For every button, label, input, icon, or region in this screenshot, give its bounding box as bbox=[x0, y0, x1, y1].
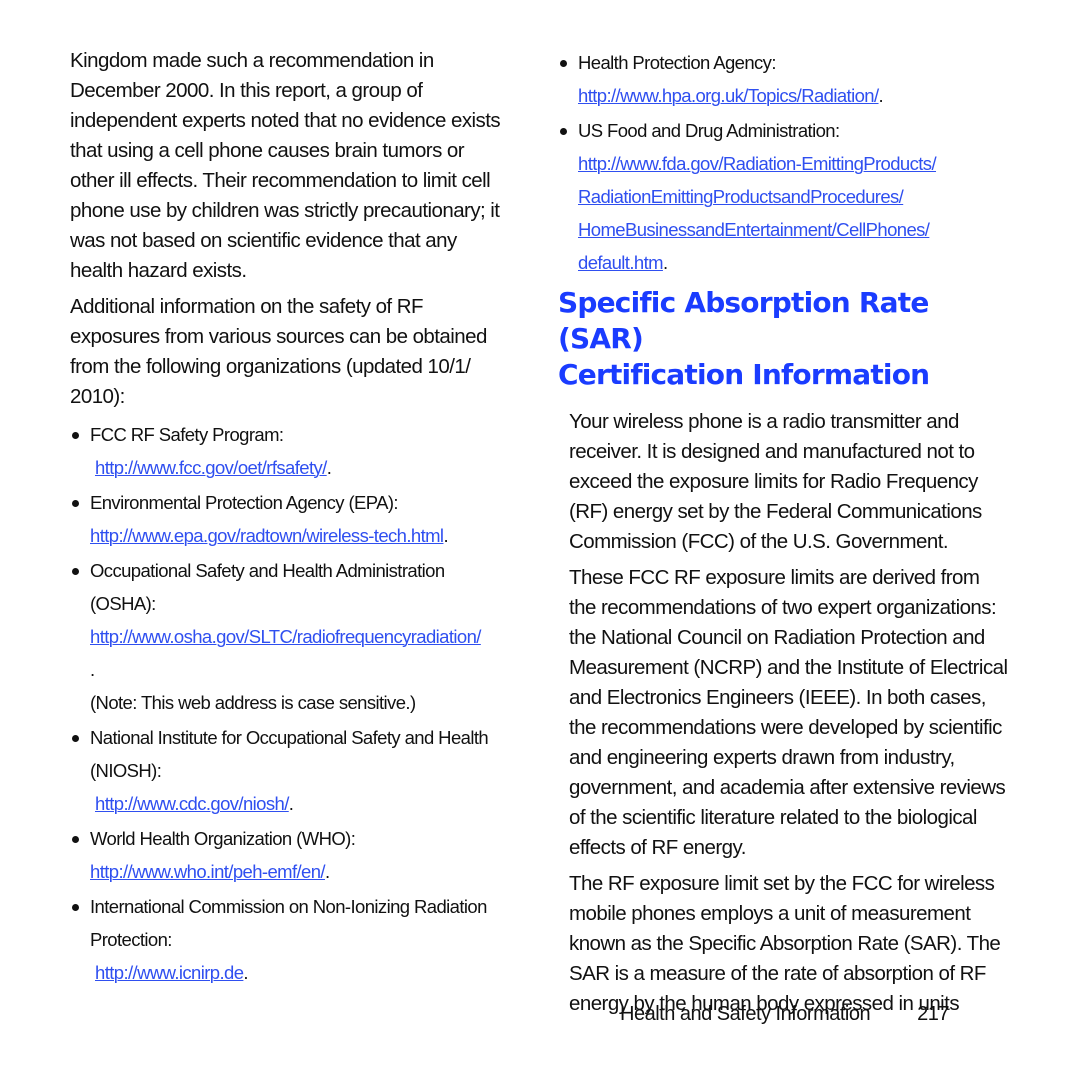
manual-page: Kingdom made such a recommendation in De… bbox=[0, 0, 1080, 1080]
org-name: Environmental Protection Agency (EPA): bbox=[90, 492, 399, 513]
bullet-icon bbox=[72, 904, 79, 911]
niosh-link[interactable]: http://www.cdc.gov/niosh/ bbox=[95, 793, 289, 814]
sar-paragraph-1: Your wireless phone is a radio transmitt… bbox=[569, 410, 982, 553]
org-name: National Institute for Occupational Safe… bbox=[90, 727, 489, 781]
hpa-link[interactable]: http://www.hpa.org.uk/Topics/Radiation/ bbox=[578, 85, 879, 106]
list-item-icnirp: International Commission on Non-Ionizing… bbox=[70, 890, 510, 989]
list-item-fcc: FCC RF Safety Program: http://www.fcc.go… bbox=[70, 418, 510, 484]
organization-list: FCC RF Safety Program: http://www.fcc.go… bbox=[70, 418, 510, 989]
page-number: 217 bbox=[917, 1003, 950, 1025]
who-link[interactable]: http://www.who.int/peh-emf/en/ bbox=[90, 861, 326, 882]
bullet-icon bbox=[560, 128, 567, 135]
organization-list-continued: Health Protection Agency: http://www.hpa… bbox=[558, 46, 1008, 279]
fda-link-line-3[interactable]: HomeBusinessandEntertainment/CellPhones/ bbox=[578, 219, 930, 240]
sar-body: Your wireless phone is a radio transmitt… bbox=[558, 407, 1008, 1019]
intro-paragraph: Kingdom made such a recommendation in De… bbox=[70, 49, 501, 282]
org-name: Occupational Safety and Health Administr… bbox=[90, 560, 445, 614]
org-name: FCC RF Safety Program: bbox=[90, 424, 284, 445]
case-sensitive-note: (Note: This web address is case sensitiv… bbox=[90, 692, 416, 713]
list-item-fda: US Food and Drug Administration: http://… bbox=[558, 114, 1008, 279]
list-item-niosh: National Institute for Occupational Safe… bbox=[70, 721, 510, 820]
org-name: US Food and Drug Administration: bbox=[578, 120, 840, 141]
org-name: Health Protection Agency: bbox=[578, 52, 776, 73]
fda-link-line-2[interactable]: RadiationEmittingProductsandProcedures/ bbox=[578, 186, 904, 207]
epa-link[interactable]: http://www.epa.gov/radtown/wireless-tech… bbox=[90, 525, 444, 546]
bullet-icon bbox=[72, 568, 79, 575]
org-name: International Commission on Non-Ionizing… bbox=[90, 896, 487, 950]
fda-link-line-1[interactable]: http://www.fda.gov/Radiation-EmittingPro… bbox=[578, 153, 937, 174]
bullet-icon bbox=[72, 432, 79, 439]
bullet-icon bbox=[560, 60, 567, 67]
footer-section-title: Health and Safety Information bbox=[620, 1003, 871, 1025]
fda-link-line-4[interactable]: default.htm bbox=[578, 252, 664, 273]
sar-heading: Specific Absorption Rate (SAR) Certifica… bbox=[558, 286, 930, 391]
additional-info-paragraph: Additional information on the safety of … bbox=[70, 295, 487, 408]
list-item-hpa: Health Protection Agency: http://www.hpa… bbox=[558, 46, 1008, 112]
list-item-who: World Health Organization (WHO): http://… bbox=[70, 822, 510, 888]
sar-paragraph-2: These FCC RF exposure limits are derived… bbox=[569, 566, 1008, 859]
list-item-epa: Environmental Protection Agency (EPA): h… bbox=[70, 486, 510, 552]
fcc-link[interactable]: http://www.fcc.gov/oet/rfsafety/ bbox=[95, 457, 327, 478]
bullet-icon bbox=[72, 836, 79, 843]
page-footer: Health and Safety Information 217 bbox=[620, 1003, 950, 1026]
osha-link[interactable]: http://www.osha.gov/SLTC/radiofrequencyr… bbox=[90, 626, 481, 647]
sar-paragraph-3: The RF exposure limit set by the FCC for… bbox=[569, 872, 1001, 1015]
bullet-icon bbox=[72, 735, 79, 742]
org-name: World Health Organization (WHO): bbox=[90, 828, 356, 849]
icnirp-link[interactable]: http://www.icnirp.de bbox=[95, 962, 244, 983]
right-column: Health Protection Agency: http://www.hpa… bbox=[558, 46, 1008, 1025]
bullet-icon bbox=[72, 500, 79, 507]
list-item-osha: Occupational Safety and Health Administr… bbox=[70, 554, 510, 719]
left-column: Kingdom made such a recommendation in De… bbox=[70, 46, 510, 991]
